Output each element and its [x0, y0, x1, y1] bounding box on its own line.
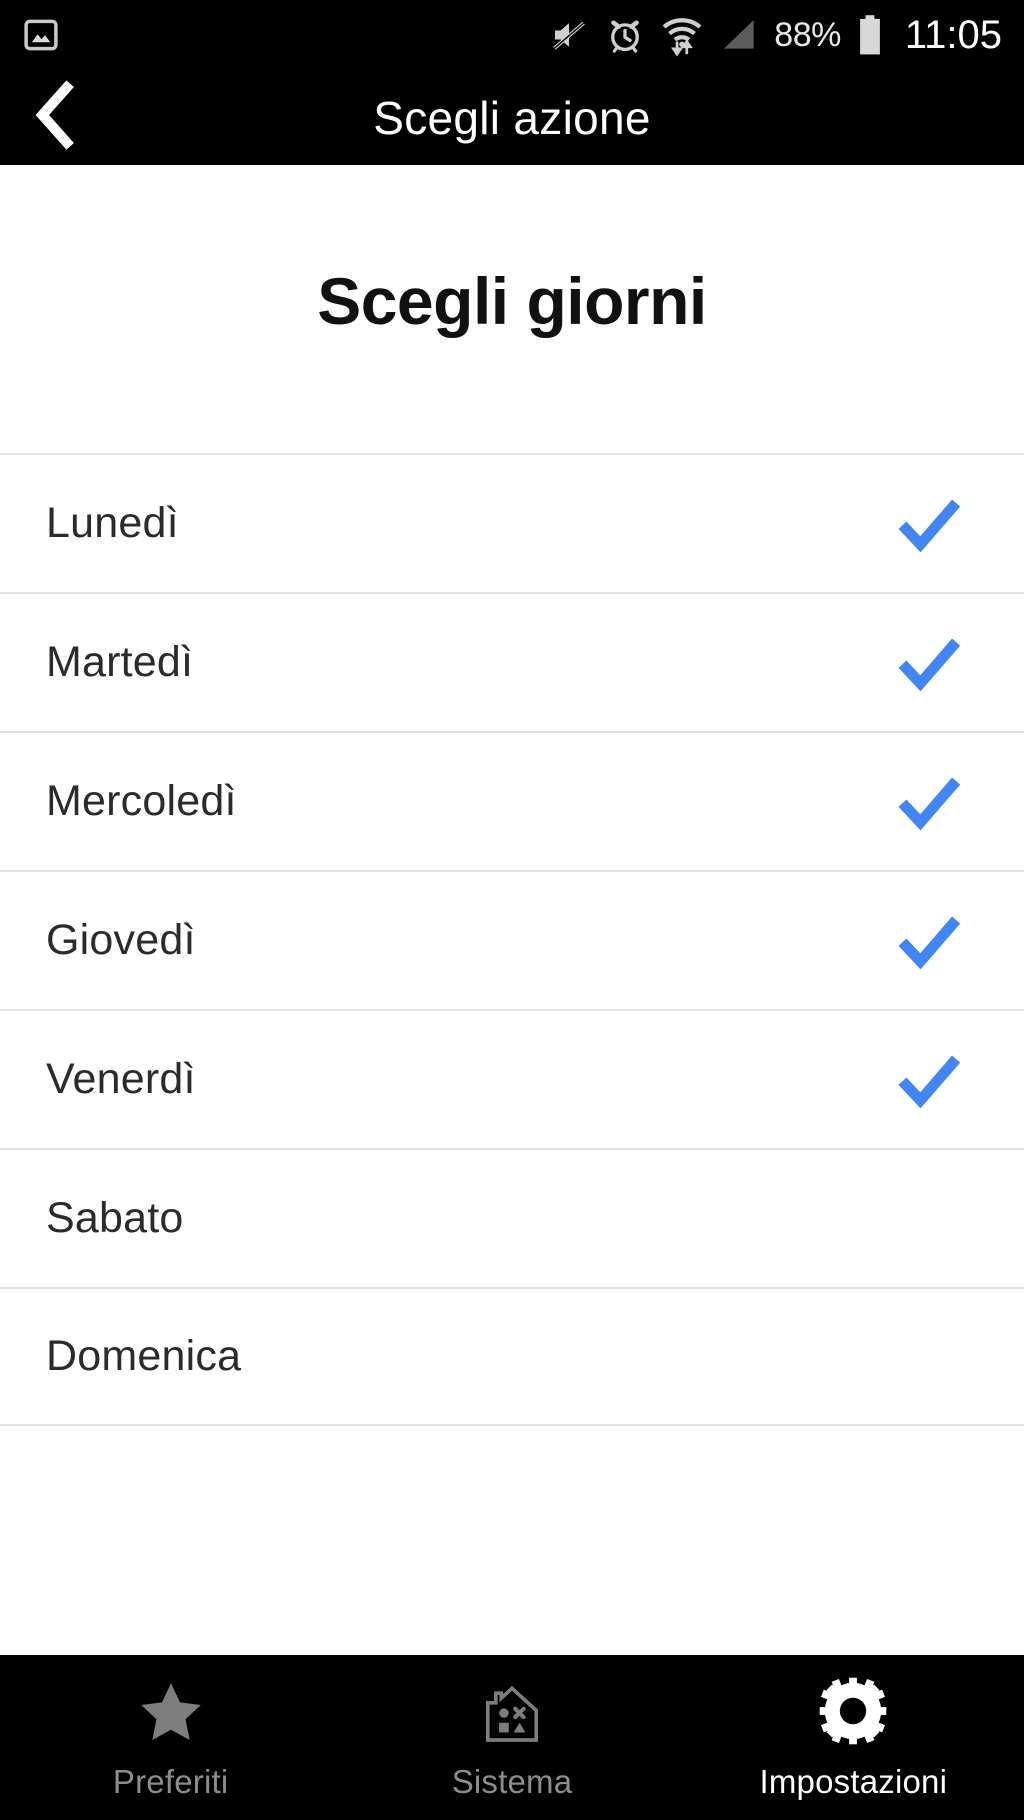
- day-row[interactable]: Giovedì: [0, 870, 1024, 1009]
- nav-label-sistema: Sistema: [451, 1762, 573, 1800]
- back-chevron-icon: [28, 80, 82, 155]
- house-shapes-icon: [476, 1675, 548, 1747]
- day-label: Martedì: [46, 638, 194, 686]
- bottom-navigation: Preferiti Sistema Impostazioni: [0, 1655, 1024, 1820]
- mute-icon: [548, 14, 590, 56]
- day-row[interactable]: Lunedì: [0, 453, 1024, 592]
- nav-item-preferiti[interactable]: Preferiti: [0, 1655, 341, 1820]
- status-bar-left: [22, 16, 60, 54]
- day-label: Sabato: [46, 1194, 184, 1242]
- back-button[interactable]: [0, 70, 110, 165]
- nav-item-sistema[interactable]: Sistema: [341, 1655, 682, 1820]
- battery-icon: [855, 13, 885, 57]
- gear-icon: [815, 1675, 891, 1747]
- page-title: Scegli giorni: [317, 264, 707, 338]
- check-icon: [890, 765, 968, 839]
- content-area: Scegli giorni Lunedì Martedì Mercoledì Giov…: [0, 165, 1024, 1655]
- cell-signal-icon: [718, 14, 760, 56]
- day-label: Venerdì: [46, 1055, 196, 1103]
- wifi-data-icon: [660, 13, 704, 57]
- app-bar-title: Scegli azione: [373, 91, 651, 144]
- day-row[interactable]: Sabato: [0, 1148, 1024, 1287]
- day-label: Giovedì: [46, 916, 196, 964]
- nav-label-preferiti: Preferiti: [112, 1762, 229, 1800]
- day-label: Lunedì: [46, 499, 179, 547]
- phone-screen: 88% 11:05 Scegli azione Scegli giorni Lu…: [0, 0, 1024, 1820]
- status-bar-right: 88% 11:05: [548, 13, 1002, 58]
- day-label: Domenica: [46, 1332, 242, 1380]
- status-bar: 88% 11:05: [0, 0, 1024, 70]
- status-bar-clock: 11:05: [904, 12, 1002, 57]
- app-bar: Scegli azione: [0, 70, 1024, 165]
- day-row[interactable]: Mercoledì: [0, 731, 1024, 870]
- nav-label-impostazioni: Impostazioni: [759, 1762, 948, 1800]
- star-icon: [135, 1675, 207, 1747]
- check-icon: [890, 626, 968, 700]
- check-icon: [890, 487, 968, 561]
- check-icon: [890, 1043, 968, 1117]
- day-row[interactable]: Martedì: [0, 592, 1024, 731]
- image-notification-icon: [22, 16, 60, 54]
- day-row[interactable]: Venerdì: [0, 1009, 1024, 1148]
- check-icon: [890, 904, 968, 978]
- alarm-icon: [604, 14, 646, 56]
- day-list: Lunedì Martedì Mercoledì Giovedì Venerdì Saba…: [0, 453, 1024, 1426]
- day-row[interactable]: Domenica: [0, 1287, 1024, 1426]
- nav-item-impostazioni[interactable]: Impostazioni: [683, 1655, 1024, 1820]
- battery-percent: 88%: [774, 15, 841, 54]
- day-label: Mercoledì: [46, 777, 237, 825]
